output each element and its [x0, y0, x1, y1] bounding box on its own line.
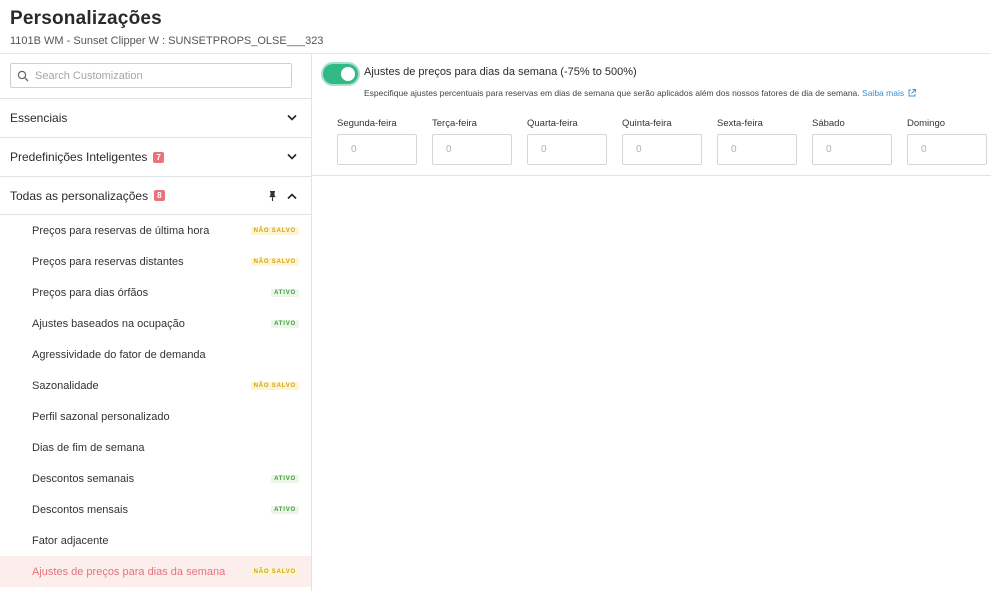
chevron-down-icon[interactable] — [287, 153, 297, 161]
list-item[interactable]: Ajustes baseados na ocupação ATIVO — [0, 308, 311, 339]
learn-more-link[interactable]: Saiba mais — [862, 88, 917, 98]
external-link-icon — [909, 89, 917, 97]
item-label: Descontos mensais — [32, 503, 128, 516]
page-header: Personalizações 1101B WM - Sunset Clippe… — [0, 0, 991, 54]
section-todas-personalizacoes[interactable]: Todas as personalizações 8 — [0, 176, 311, 215]
section-label: Todas as personalizações — [10, 188, 149, 203]
property-subtitle: 1101B WM - Sunset Clipper W : SUNSETPROP… — [10, 35, 324, 47]
list-item-selected[interactable]: Ajustes de preços para dias da semana NÃ… — [0, 556, 311, 587]
search-box[interactable] — [10, 63, 292, 88]
count-badge: 7 — [153, 151, 164, 163]
pin-icon[interactable] — [268, 190, 277, 201]
day-tuesday: Terça-feira — [432, 118, 512, 165]
list-item[interactable]: Perfil sazonal personalizado — [0, 401, 311, 432]
status-badge: NÃO SALVO — [250, 226, 299, 235]
saturday-input[interactable] — [812, 134, 892, 165]
list-item[interactable]: Descontos mensais ATIVO — [0, 494, 311, 525]
item-label: Agressividade do fator de demanda — [32, 348, 206, 361]
learn-more-label: Saiba mais — [862, 88, 905, 98]
day-sunday: Domingo — [907, 118, 987, 165]
customization-list: Preços para reservas de última hora NÃO … — [0, 215, 311, 587]
status-badge: ATIVO — [271, 288, 299, 297]
search-input[interactable] — [35, 69, 275, 82]
item-label: Sazonalidade — [32, 379, 99, 392]
tuesday-input[interactable] — [432, 134, 512, 165]
item-label: Descontos semanais — [32, 472, 135, 485]
day-monday: Segunda-feira — [337, 118, 417, 165]
list-item[interactable]: Dias de fim de semana — [0, 432, 311, 463]
sidebar: Essenciais Predefinições Inteligentes 7 … — [0, 54, 312, 591]
chevron-down-icon[interactable] — [287, 114, 297, 122]
day-label: Domingo — [907, 118, 946, 129]
monday-input[interactable] — [337, 134, 417, 165]
day-wednesday: Quarta-feira — [527, 118, 607, 165]
day-label: Terça-feira — [432, 118, 477, 129]
day-saturday: Sábado — [812, 118, 892, 165]
status-badge: ATIVO — [271, 505, 299, 514]
status-badge: NÃO SALVO — [250, 381, 299, 390]
friday-input[interactable] — [717, 134, 797, 165]
list-item[interactable]: Sazonalidade NÃO SALVO — [0, 370, 311, 401]
item-label: Fator adjacente — [32, 534, 109, 547]
day-label: Quarta-feira — [527, 118, 578, 129]
count-badge: 8 — [154, 190, 165, 201]
customization-description: Especifique ajustes percentuais para res… — [364, 88, 917, 98]
enable-toggle[interactable] — [323, 64, 358, 84]
status-badge: NÃO SALVO — [250, 257, 299, 266]
list-item[interactable]: Preços para reservas distantes NÃO SALVO — [0, 246, 311, 277]
list-item[interactable]: Preços para reservas de última hora NÃO … — [0, 215, 311, 246]
day-thursday: Quinta-feira — [622, 118, 702, 165]
customization-panel: Ajustes de preços para dias da semana (-… — [312, 54, 991, 176]
page-title: Personalizações — [10, 8, 162, 29]
search-icon — [17, 70, 29, 81]
status-badge: ATIVO — [271, 319, 299, 328]
wednesday-input[interactable] — [527, 134, 607, 165]
list-item[interactable]: Agressividade do fator de demanda — [0, 339, 311, 370]
sunday-input[interactable] — [907, 134, 987, 165]
item-label: Ajustes baseados na ocupação — [32, 317, 185, 330]
description-text: Especifique ajustes percentuais para res… — [364, 88, 860, 98]
day-friday: Sexta-feira — [717, 118, 797, 165]
list-item[interactable]: Fator adjacente — [0, 525, 311, 556]
item-label: Perfil sazonal personalizado — [32, 410, 170, 423]
section-essenciais[interactable]: Essenciais — [0, 98, 311, 137]
status-badge: ATIVO — [271, 474, 299, 483]
customization-title: Ajustes de preços para dias da semana (-… — [364, 66, 637, 78]
section-label: Essenciais — [10, 111, 68, 125]
day-label: Quinta-feira — [622, 118, 672, 129]
thursday-input[interactable] — [622, 134, 702, 165]
day-label: Segunda-feira — [337, 118, 397, 129]
toggle-knob — [341, 67, 355, 81]
section-label: Predefinições Inteligentes — [10, 150, 148, 164]
day-label: Sábado — [812, 118, 845, 129]
list-item[interactable]: Preços para dias órfãos ATIVO — [0, 277, 311, 308]
status-badge: NÃO SALVO — [250, 567, 299, 576]
day-label: Sexta-feira — [717, 118, 763, 129]
item-label: Preços para reservas distantes — [32, 255, 184, 268]
item-label: Ajustes de preços para dias da semana — [32, 565, 226, 578]
item-label: Preços para dias órfãos — [32, 286, 149, 299]
section-predefinicoes-inteligentes[interactable]: Predefinições Inteligentes 7 — [0, 137, 311, 176]
item-label: Dias de fim de semana — [32, 441, 145, 454]
item-label: Preços para reservas de última hora — [32, 224, 210, 237]
list-item[interactable]: Descontos semanais ATIVO — [0, 463, 311, 494]
chevron-up-icon[interactable] — [287, 192, 297, 199]
